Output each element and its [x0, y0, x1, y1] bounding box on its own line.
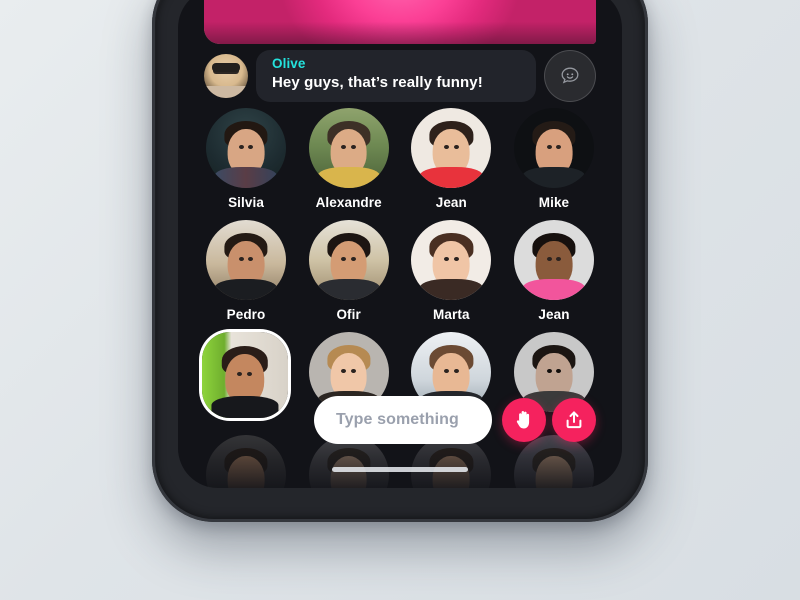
participant-name: Marta: [433, 307, 470, 322]
video-gradient-overlay: [204, 0, 596, 44]
marta-avatar[interactable]: [411, 220, 492, 300]
participant-tile-jean[interactable]: Jean: [409, 108, 493, 210]
home-indicator: [332, 467, 468, 472]
raise-hand-icon: [516, 411, 530, 429]
jean-avatar[interactable]: [411, 108, 492, 188]
participant-tile-pedro[interactable]: Pedro: [204, 220, 288, 322]
composer-bar: Type something: [204, 396, 596, 444]
message-sender-name: Olive: [272, 56, 306, 71]
emoji-reaction-icon: [561, 67, 579, 84]
jean-2-avatar[interactable]: [513, 220, 594, 300]
ofir-avatar[interactable]: [308, 220, 389, 300]
chat-message-row: Olive Hey guys, that’s really funny!: [204, 50, 596, 102]
silvia-avatar[interactable]: [206, 108, 286, 188]
emoji-reaction-button[interactable]: [544, 50, 596, 102]
share-upload-icon: [566, 411, 582, 429]
participant-tile-mike[interactable]: Mike: [512, 108, 596, 210]
phone-device-frame: Olive Hey guys, that’s really funny! Sil…: [152, 0, 648, 522]
participant-name: Ofir: [336, 307, 361, 322]
chat-message-bubble[interactable]: Olive Hey guys, that’s really funny!: [256, 50, 536, 102]
phone-screen: Olive Hey guys, that’s really funny! Sil…: [178, 0, 622, 488]
share-button[interactable]: [552, 398, 596, 442]
participant-tile-ofir[interactable]: Ofir: [307, 220, 391, 322]
participant-tile-jean-2[interactable]: Jean: [512, 220, 596, 322]
participant-tile-silvia[interactable]: Silvia: [204, 108, 288, 210]
message-input-placeholder: Type something: [336, 411, 459, 428]
message-text: Hey guys, that’s really funny!: [272, 74, 483, 91]
active-speaker-video[interactable]: [204, 0, 596, 44]
alexandre-avatar[interactable]: [308, 108, 389, 188]
pedro-avatar[interactable]: [206, 220, 286, 300]
message-input[interactable]: Type something: [314, 396, 492, 444]
participant-name: Alexandre: [315, 195, 382, 210]
screenshot-canvas: Olive Hey guys, that’s really funny! Sil…: [0, 0, 800, 600]
participant-name: Jean: [435, 195, 467, 210]
participant-name: Mike: [538, 195, 570, 210]
participants-row: Pedro Ofir Marta Jean: [204, 220, 596, 322]
participant-tile-marta[interactable]: Marta: [409, 220, 493, 322]
participant-name: Jean: [538, 307, 570, 322]
participant-tile-alexandre[interactable]: Alexandre: [307, 108, 391, 210]
participant-name: Silvia: [228, 195, 264, 210]
participant-name: Pedro: [226, 307, 266, 322]
mike-avatar[interactable]: [513, 108, 594, 188]
raise-hand-button[interactable]: [502, 398, 546, 442]
participants-row: Silvia Alexandre Jean Mike: [204, 108, 596, 210]
olive-avatar[interactable]: [204, 54, 248, 98]
